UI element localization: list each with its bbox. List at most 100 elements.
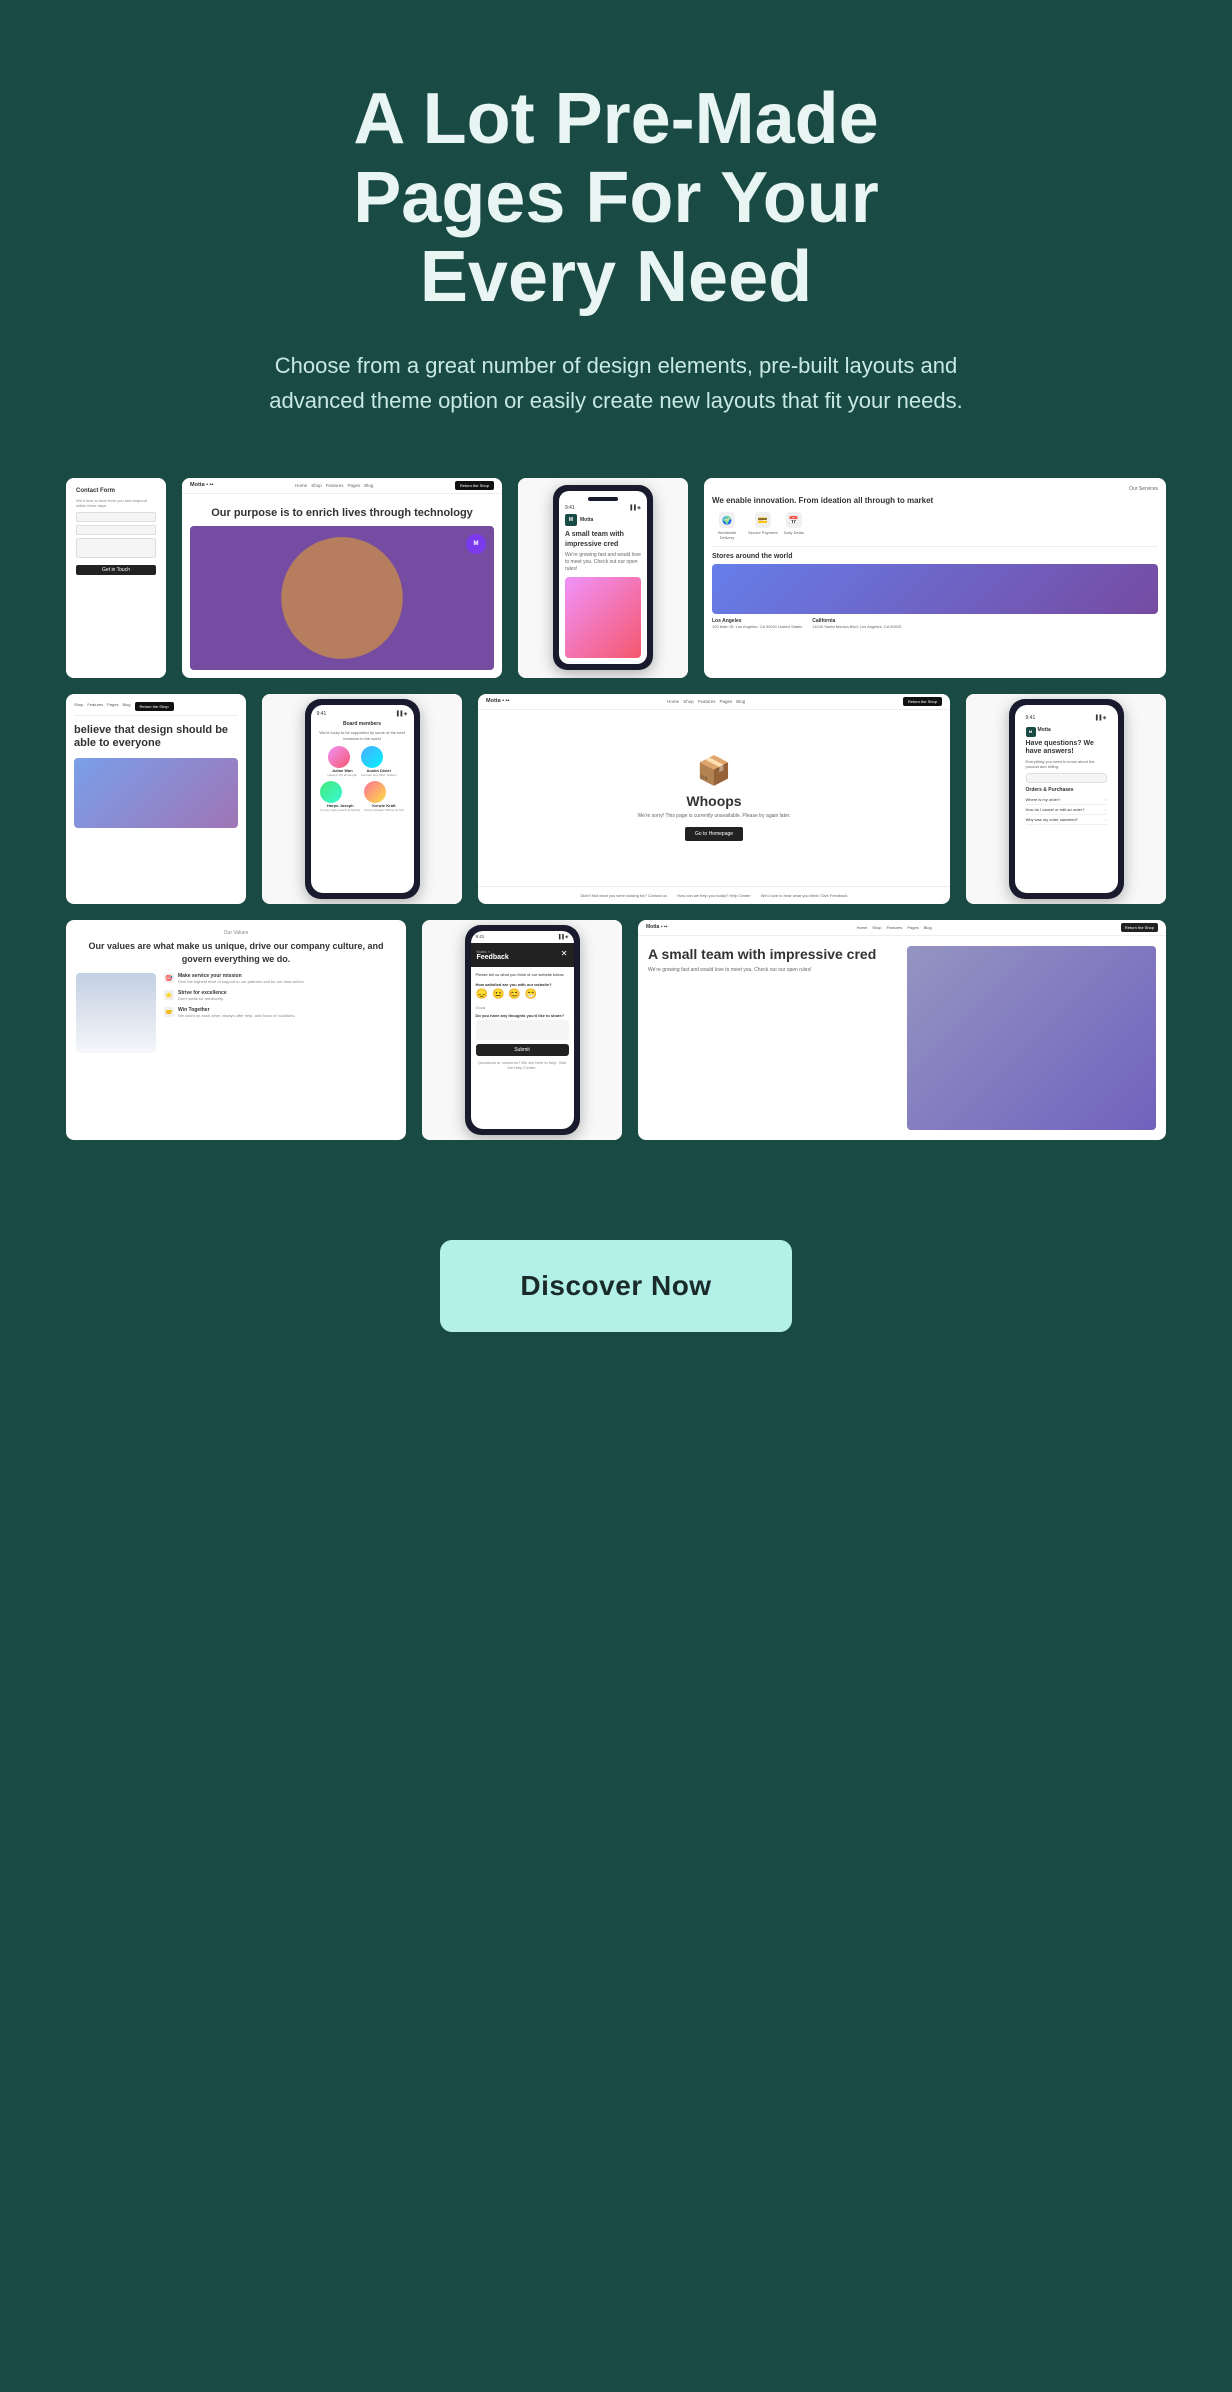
contact-form-title: Contact Form bbox=[76, 488, 156, 494]
store-california: California 11040 Santa Monica Blvd, Los … bbox=[812, 618, 901, 629]
faq-phone-screen: 9:41▐▐ ◈ M Motta Have questions? We have… bbox=[1015, 705, 1118, 893]
contact-submit-btn: Get in Touch bbox=[76, 565, 156, 575]
faq-logo-row: M Motta bbox=[1026, 727, 1107, 737]
preview-card-board-members: 9:41▐▐ ◈ Board members We're lucky to be… bbox=[262, 694, 462, 904]
tech-nav: Motta ▪ ▪▪ Home Shop Features Pages Blog… bbox=[182, 478, 502, 494]
whoops-nav: Motta ▪ ▪▪ Home Shop Features Pages Blog… bbox=[478, 694, 950, 710]
preview-row-1: Contact Form We'd love to hear from you … bbox=[66, 478, 1166, 678]
phone-small-team-title: A small team with impressive cred bbox=[565, 530, 641, 548]
faq-item-1: Where is my order? › bbox=[1026, 795, 1107, 805]
preview-card-small-team-desktop: Motta ▪ ▪▪ Home Shop Features Pages Blog… bbox=[638, 920, 1166, 1140]
board-status-bar: 9:41▐▐ ◈ bbox=[317, 711, 408, 717]
feedback-question: Please tell us what you think of our web… bbox=[476, 972, 569, 978]
team-left: A small team with impressive cred We're … bbox=[648, 946, 897, 1130]
discover-now-button[interactable]: Discover Now bbox=[440, 1240, 791, 1332]
feedback-close-icon: ✕ bbox=[561, 949, 568, 958]
emoji-1: 😞 bbox=[476, 989, 488, 1000]
board-member-kenzie: Kenzie Kraft Former Design Partner at SA… bbox=[364, 781, 404, 812]
preview-card-whoops: Motta ▪ ▪▪ Home Shop Features Pages Blog… bbox=[478, 694, 950, 904]
hero-title: A Lot Pre-Made Pages For Your Every Need bbox=[266, 80, 966, 318]
board-phone-mockup: 9:41▐▐ ◈ Board members We're lucky to be… bbox=[305, 699, 420, 899]
preview-card-feedback-phone: 9:41▐▐ ◈ Motta × Feedback ✕ Please tell … bbox=[422, 920, 622, 1140]
team-nav-cta: Return the Shop bbox=[1121, 923, 1158, 932]
believe-image bbox=[74, 758, 238, 828]
board-members-title: Board members bbox=[317, 721, 408, 727]
faq-item-3: Why was my order canceled? › bbox=[1026, 815, 1107, 825]
contact-name-field bbox=[76, 512, 156, 522]
values-item-excellence: ⭐ Strive for excellence Don't settle for… bbox=[164, 990, 396, 1001]
values-item-mission: 🎯 Make service your mission Give the hig… bbox=[164, 973, 396, 984]
stores-image bbox=[712, 564, 1158, 614]
preview-card-values: Our Values Our values are what make us u… bbox=[66, 920, 406, 1140]
preview-row-3: Our Values Our values are what make us u… bbox=[66, 920, 1166, 1140]
values-title: Our values are what make us unique, driv… bbox=[76, 940, 396, 965]
tech-nav-logo: Motta ▪ ▪▪ bbox=[190, 482, 214, 488]
board-row-1: Julian Wan Head of UX at Google Austin D… bbox=[317, 746, 408, 777]
service-payment: 💳 Secure Payment bbox=[748, 512, 778, 540]
emoji-2: 😐 bbox=[492, 989, 504, 1000]
emoji-4: 😁 bbox=[525, 989, 537, 1000]
values-image bbox=[76, 973, 156, 1053]
contact-email-field bbox=[76, 525, 156, 535]
feedback-status-bar: 9:41▐▐ ◈ bbox=[471, 931, 574, 943]
faq-section-title: Orders & Purchases bbox=[1026, 787, 1107, 793]
faq-text: Everything you need to know about the pr… bbox=[1026, 759, 1107, 769]
stores-section: Stores around the world Los Angeles 100 … bbox=[712, 546, 1158, 629]
tech-nav-links: Home Shop Features Pages Blog bbox=[295, 483, 373, 488]
service-worldwide: 🌍 Worldwide Delivery bbox=[712, 512, 742, 540]
phone-team-image bbox=[565, 577, 641, 659]
services-icons: 🌍 Worldwide Delivery 💳 Secure Payment 📅 … bbox=[712, 512, 1158, 540]
whoops-title: Whoops bbox=[686, 793, 741, 809]
team-nav-links: Home Shop Features Pages Blog bbox=[857, 925, 932, 930]
tech-nav-cta: Return the Shop bbox=[455, 481, 494, 490]
believe-title: believe that design should be able to ev… bbox=[74, 724, 238, 750]
whoops-content: 📦 Whoops We're sorry! This page is curre… bbox=[478, 710, 950, 886]
faq-search-field bbox=[1026, 773, 1107, 783]
preview-row-2: Shop Features Pages Blog Return the Shop… bbox=[66, 694, 1166, 904]
team-nav-logo: Motta ▪ ▪▪ bbox=[646, 924, 667, 930]
believe-nav-btn: Return the Shop bbox=[135, 702, 174, 711]
feedback-textarea bbox=[476, 1020, 569, 1040]
phone-notch bbox=[588, 497, 618, 501]
board-row-2: Harpo Joseph Former Agile Coach at Spoti… bbox=[317, 781, 408, 812]
believe-nav: Shop Features Pages Blog Return the Shop bbox=[74, 702, 238, 716]
preview-card-small-team-phone: 9:41 ▐▐ ◈ M Motta A small team with impr… bbox=[518, 478, 688, 678]
feedback-satisfaction-label: How satisfied are you with our website? bbox=[476, 982, 569, 987]
feedback-emoji-row: 😞 😐 😊 😁 bbox=[476, 989, 569, 1000]
services-header: Our Services bbox=[712, 486, 1158, 492]
phone-status-bar: 9:41 ▐▐ ◈ bbox=[565, 505, 641, 511]
feedback-phone-screen: 9:41▐▐ ◈ Motta × Feedback ✕ Please tell … bbox=[471, 931, 574, 1129]
service-daily: 📅 Daily Deals bbox=[784, 512, 804, 540]
phone-motta-logo: M Motta bbox=[565, 514, 641, 526]
whoops-homepage-btn: Go to Homepage bbox=[685, 827, 743, 841]
tech-hero-badge: M bbox=[466, 534, 486, 554]
hero-subtitle: Choose from a great number of design ele… bbox=[266, 348, 966, 418]
emoji-3: 😊 bbox=[508, 989, 520, 1000]
board-member-julian: Julian Wan Head of UX at Google bbox=[328, 746, 357, 777]
whoops-text: We're sorry! This page is currently unav… bbox=[637, 813, 790, 819]
values-header: Our Values bbox=[76, 930, 396, 936]
previews-grid: Contact Form We'd love to hear from you … bbox=[66, 478, 1166, 1140]
team-content: A small team with impressive cred We're … bbox=[638, 936, 1166, 1140]
feedback-phone-mockup: 9:41▐▐ ◈ Motta × Feedback ✕ Please tell … bbox=[465, 925, 580, 1135]
feedback-body: Please tell us what you think of our web… bbox=[471, 967, 574, 1075]
store-los-angeles: Los Angeles 100 Main St. Los Angeles, CA… bbox=[712, 618, 802, 629]
phone-small-team-text: We're growing fast and would love to mee… bbox=[565, 552, 641, 573]
preview-card-technology: Motta ▪ ▪▪ Home Shop Features Pages Blog… bbox=[182, 478, 502, 678]
team-nav: Motta ▪ ▪▪ Home Shop Features Pages Blog… bbox=[638, 920, 1166, 936]
feedback-modal-title: Feedback bbox=[477, 954, 509, 961]
preview-card-faq-phone: 9:41▐▐ ◈ M Motta Have questions? We have… bbox=[966, 694, 1166, 904]
phone-mockup-small-team: 9:41 ▐▐ ◈ M Motta A small team with impr… bbox=[553, 485, 653, 670]
board-phone-screen: 9:41▐▐ ◈ Board members We're lucky to be… bbox=[311, 705, 414, 893]
team-subtitle: We're growing fast and would love to mee… bbox=[648, 967, 897, 973]
values-item-together: 🤝 Win Together We count on each other, a… bbox=[164, 1007, 396, 1018]
faq-title: Have questions? We have answers! bbox=[1026, 740, 1107, 757]
board-subtitle: We're lucky to be supported by some of t… bbox=[317, 730, 408, 741]
preview-card-services: Our Services We enable innovation. From … bbox=[704, 478, 1166, 678]
faq-status-bar: 9:41▐▐ ◈ bbox=[1021, 711, 1112, 723]
preview-card-contact-form: Contact Form We'd love to hear from you … bbox=[66, 478, 166, 678]
faq-item-2: How do I cancel or edit an order? › bbox=[1026, 805, 1107, 815]
team-image bbox=[907, 946, 1156, 1130]
tech-hero-text: Our purpose is to enrich lives through t… bbox=[182, 494, 502, 526]
whoops-box-icon: 📦 bbox=[697, 754, 732, 787]
